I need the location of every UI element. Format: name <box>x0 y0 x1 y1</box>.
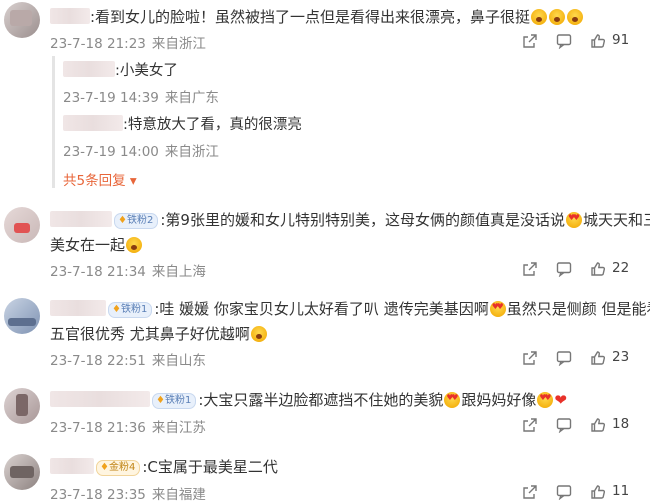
comment-actions: 22 <box>520 259 650 279</box>
fan-badge-icon: ♦ <box>156 395 165 406</box>
comment-icon[interactable] <box>554 259 574 279</box>
comment-1: :看到女儿的脸啦！虽然被挡了一点但是看得出来很漂亮，鼻子很挺 23-7-18 2… <box>0 0 650 189</box>
comment-5: ♦金粉4:C宝属于最美星二代 23-7-18 23:35 来自福建 11 <box>0 452 650 504</box>
reply-meta: 23-7-19 14:39 来自广东 <box>63 86 219 106</box>
heart-eyes-emoji-icon <box>565 212 582 228</box>
reply-text: :特意放大了看，真的很漂亮 <box>63 114 302 136</box>
username[interactable] <box>50 391 150 407</box>
timestamp: 23-7-18 22:51 <box>50 353 146 369</box>
username[interactable] <box>63 61 115 77</box>
share-icon[interactable] <box>520 31 540 51</box>
heart-eyes-emoji-icon <box>444 392 461 408</box>
share-icon[interactable] <box>520 482 540 502</box>
timestamp: 23-7-19 14:00 <box>63 144 159 160</box>
fan-badge: ♦铁粉1 <box>152 393 197 409</box>
comment-icon[interactable] <box>554 415 574 435</box>
share-icon[interactable] <box>520 348 540 368</box>
timestamp: 23-7-18 23:35 <box>50 487 146 503</box>
comment-text: ♦铁粉1:哇 媛媛 你家宝贝女儿太好看了叭 遗传完美基因啊虽然只是侧颜 但是能看… <box>50 298 650 320</box>
heart-eyes-emoji-icon <box>489 301 506 317</box>
comment-actions: 23 <box>520 348 650 368</box>
comment-meta: 23-7-18 21:23 来自浙江 <box>50 32 206 52</box>
location: 来自江苏 <box>151 420 206 436</box>
comment-icon[interactable] <box>554 348 574 368</box>
comment-4: ♦铁粉1:大宝只露半边脸都遮挡不住她的美貌跟妈妈好像❤ 23-7-18 21:3… <box>0 384 650 444</box>
thumbs-up-icon[interactable]: 18 <box>588 415 629 435</box>
comment-text: :看到女儿的脸啦！虽然被挡了一点但是看得出来很漂亮，鼻子很挺 <box>50 6 584 28</box>
like-count: 18 <box>612 416 630 432</box>
triangle-down-icon: ▾ <box>129 173 137 189</box>
avatar[interactable] <box>4 2 40 38</box>
location: 来自广东 <box>164 90 219 106</box>
like-count: 22 <box>612 260 630 276</box>
fan-badge-icon: ♦ <box>100 462 109 473</box>
location: 来自上海 <box>151 264 206 280</box>
like-count: 23 <box>612 349 630 365</box>
timestamp: 23-7-18 21:36 <box>50 420 146 436</box>
timestamp: 23-7-19 14:39 <box>63 90 159 106</box>
comment-text: ♦铁粉2:第9张里的媛和女儿特别特别美，这母女俩的颜值真是没话说城天天和三个 <box>50 209 650 231</box>
thumbs-up-icon[interactable]: 22 <box>588 259 629 279</box>
wow-emoji-icon <box>567 9 584 25</box>
reply-text: :小美女了 <box>63 60 178 82</box>
location: 来自福建 <box>151 487 206 503</box>
fan-badge: ♦铁粉1 <box>108 302 153 318</box>
wow-emoji-icon <box>531 9 548 25</box>
username[interactable] <box>50 458 94 474</box>
location: 来自浙江 <box>151 36 206 52</box>
reply-thread: :小美女了 23-7-19 14:39 来自广东 :特意放大了看，真的很漂亮 23… <box>52 56 585 189</box>
share-icon[interactable] <box>520 415 540 435</box>
comment-meta: 23-7-18 21:34 来自上海 <box>50 260 206 280</box>
wow-emoji-icon <box>549 9 566 25</box>
location: 来自浙江 <box>164 144 219 160</box>
thumbs-up-icon[interactable]: 91 <box>588 31 629 51</box>
avatar[interactable] <box>4 298 40 334</box>
fan-badge: ♦铁粉2 <box>114 213 159 229</box>
location: 来自山东 <box>151 353 206 369</box>
reply-meta: 23-7-19 14:00 来自浙江 <box>63 140 219 160</box>
more-replies-link[interactable]: 共5条回复 ▾ <box>63 169 137 189</box>
avatar[interactable] <box>4 388 40 424</box>
drool-emoji-icon <box>250 326 267 342</box>
share-icon[interactable] <box>520 259 540 279</box>
comment-meta: 23-7-18 22:51 来自山东 <box>50 349 206 369</box>
comment-meta: 23-7-18 23:35 来自福建 <box>50 483 206 503</box>
avatar[interactable] <box>4 207 40 243</box>
comment-meta: 23-7-18 21:36 来自江苏 <box>50 416 206 436</box>
username[interactable] <box>63 115 123 131</box>
comment-text-line-2: 五官很优秀 尤其鼻子好优越啊 <box>50 323 268 345</box>
timestamp: 23-7-18 21:23 <box>50 36 146 52</box>
comment-actions: 91 <box>520 31 650 51</box>
username[interactable] <box>50 211 112 227</box>
comment-icon[interactable] <box>554 482 574 502</box>
comment-2: ♦铁粉2:第9张里的媛和女儿特别特别美，这母女俩的颜值真是没话说城天天和三个 美… <box>0 205 650 290</box>
fan-badge: ♦金粉4 <box>96 460 141 476</box>
heart-eyes-emoji-icon <box>537 392 554 408</box>
like-count: 11 <box>612 483 630 499</box>
comment-3: ♦铁粉1:哇 媛媛 你家宝贝女儿太好看了叭 遗传完美基因啊虽然只是侧颜 但是能看… <box>0 292 650 377</box>
comment-icon[interactable] <box>554 31 574 51</box>
fan-badge-icon: ♦ <box>118 215 127 226</box>
like-count: 91 <box>612 32 630 48</box>
avatar[interactable] <box>4 454 40 490</box>
comment-text: ♦铁粉1:大宝只露半边脸都遮挡不住她的美貌跟妈妈好像❤ <box>50 389 567 411</box>
comment-actions: 18 <box>520 415 650 435</box>
fan-badge-icon: ♦ <box>112 304 121 315</box>
grin-emoji-icon <box>126 237 143 253</box>
comment-actions: 11 <box>520 482 650 502</box>
username[interactable] <box>50 300 106 316</box>
timestamp: 23-7-18 21:34 <box>50 264 146 280</box>
thumbs-up-icon[interactable]: 11 <box>588 482 629 502</box>
username[interactable] <box>50 8 90 24</box>
thumbs-up-icon[interactable]: 23 <box>588 348 629 368</box>
comment-text: ♦金粉4:C宝属于最美星二代 <box>50 456 278 478</box>
heart-icon: ❤ <box>554 391 567 409</box>
comment-text-line-2: 美女在一起 <box>50 234 143 256</box>
